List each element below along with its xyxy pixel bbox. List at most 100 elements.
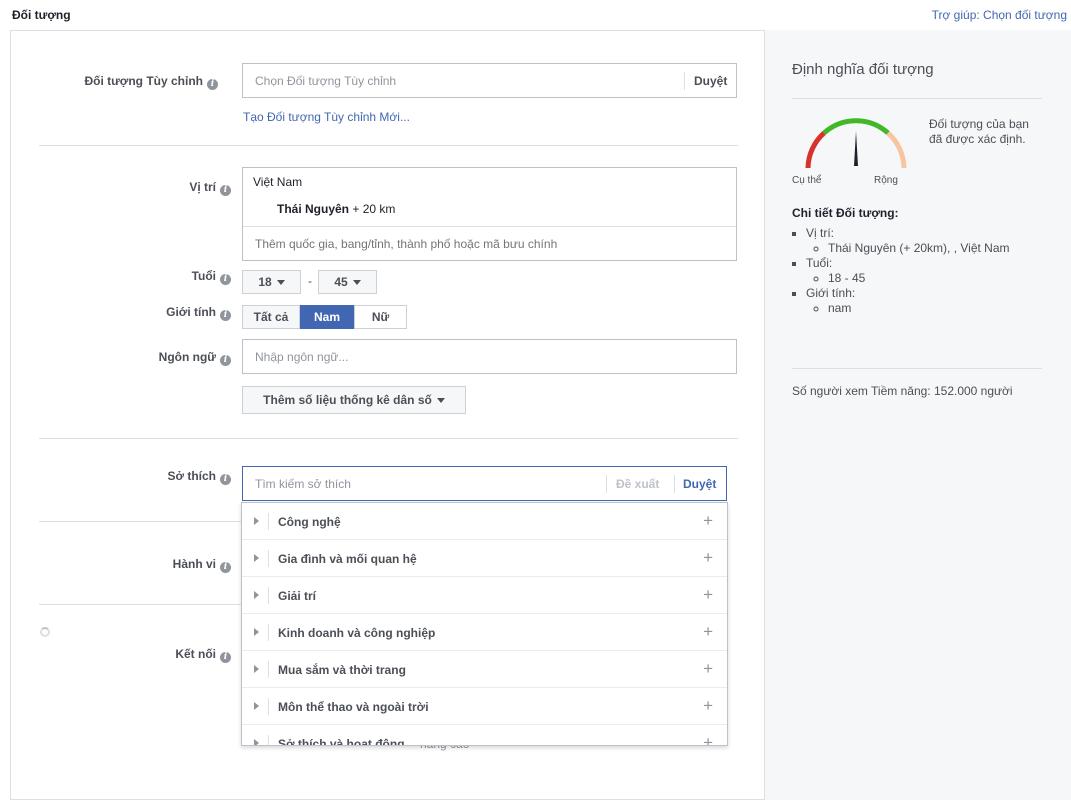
- detail-age-label: Tuổi:: [806, 256, 833, 270]
- category-item[interactable]: Giải trí +: [242, 577, 727, 614]
- divider: [792, 98, 1042, 99]
- info-icon[interactable]: i: [220, 652, 231, 663]
- audience-details-title: Chi tiết Đối tượng:: [792, 206, 899, 220]
- age-max-value: 45: [334, 275, 348, 289]
- top-bar: Đối tượng Trợ giúp: Chọn đối tượng: [0, 0, 1071, 30]
- section-divider: [39, 438, 738, 439]
- info-icon[interactable]: i: [220, 355, 231, 366]
- category-label: Gia đình và mối quan hệ: [278, 552, 417, 566]
- plus-icon[interactable]: +: [703, 548, 713, 568]
- age-min-value: 18: [258, 275, 272, 289]
- custom-audience-input[interactable]: Chọn Đối tượng Tùy chỉnh Duyệt: [242, 63, 737, 98]
- location-city-row: Thái Nguyên + 20 km: [277, 202, 395, 216]
- expand-arrow-icon[interactable]: [254, 517, 259, 525]
- gauge-description: Đối tượng của bạn đã được xác định.: [929, 117, 1029, 146]
- age-max-select[interactable]: 45: [318, 270, 377, 294]
- chevron-down-icon: [276, 280, 285, 285]
- location-city: Thái Nguyên: [277, 202, 350, 216]
- info-icon[interactable]: i: [220, 274, 231, 285]
- expand-arrow-icon[interactable]: [254, 739, 259, 745]
- audience-gauge-icon: [805, 118, 907, 169]
- gauge-left-label: Cụ thể: [792, 175, 822, 186]
- age-min-select[interactable]: 18: [242, 270, 301, 294]
- location-label: Vị trí i: [31, 180, 231, 196]
- info-icon[interactable]: i: [220, 474, 231, 485]
- interests-placeholder: Tìm kiếm sở thích: [255, 477, 351, 491]
- plus-icon[interactable]: +: [703, 585, 713, 605]
- language-label-text: Ngôn ngữ: [158, 350, 216, 364]
- interests-suggest-button[interactable]: Đề xuất: [616, 477, 659, 491]
- category-label: Mua sắm và thời trang: [278, 663, 406, 677]
- info-icon[interactable]: i: [220, 310, 231, 321]
- detail-location: Vị trí: Thái Nguyên (+ 20km), , Việt Nam: [806, 226, 1037, 256]
- plus-icon[interactable]: +: [703, 511, 713, 531]
- gender-all-button[interactable]: Tất cả: [242, 305, 300, 329]
- interests-browse-button[interactable]: Duyệt: [683, 477, 716, 491]
- interests-label-text: Sở thích: [167, 469, 216, 483]
- info-icon[interactable]: i: [220, 562, 231, 573]
- expand-arrow-icon[interactable]: [254, 702, 259, 710]
- help-link[interactable]: Trợ giúp: Chọn đối tượng: [932, 8, 1067, 22]
- category-item[interactable]: Công nghệ +: [242, 503, 727, 540]
- location-radius[interactable]: + 20 km: [352, 202, 395, 216]
- divider: [792, 368, 1042, 369]
- location-country: Việt Nam: [253, 175, 303, 189]
- plus-icon[interactable]: +: [703, 733, 713, 745]
- language-input[interactable]: Nhập ngôn ngữ...: [242, 339, 737, 374]
- gender-label-text: Giới tính: [166, 305, 216, 319]
- divider: [268, 624, 269, 641]
- divider: [268, 587, 269, 604]
- plus-icon[interactable]: +: [703, 696, 713, 716]
- page-title: Đối tượng: [12, 8, 71, 22]
- connections-label: Kết nối i: [31, 647, 231, 663]
- expand-arrow-icon[interactable]: [254, 628, 259, 636]
- location-label-text: Vị trí: [189, 180, 216, 194]
- interests-label: Sở thích i: [31, 469, 231, 485]
- detail-gender-value: nam: [828, 301, 1037, 316]
- divider: [268, 661, 269, 678]
- custom-audience-browse-button[interactable]: Duyệt: [694, 74, 727, 88]
- age-dash: -: [308, 274, 312, 288]
- language-label: Ngôn ngữ i: [31, 350, 231, 366]
- plus-icon[interactable]: +: [703, 622, 713, 642]
- gauge-needle: [854, 131, 858, 166]
- connections-label-text: Kết nối: [175, 647, 216, 661]
- location-search-input[interactable]: [243, 227, 736, 260]
- detail-location-label: Vị trí:: [806, 226, 835, 240]
- category-item[interactable]: Gia đình và mối quan hệ +: [242, 540, 727, 577]
- gauge-orange-segment: [886, 131, 907, 169]
- expand-arrow-icon[interactable]: [254, 665, 259, 673]
- info-icon[interactable]: i: [207, 79, 218, 90]
- interests-search-input[interactable]: Tìm kiếm sở thích Đề xuất Duyệt: [242, 466, 727, 501]
- category-item[interactable]: Kinh doanh và công nghiệp +: [242, 614, 727, 651]
- detail-age-value: 18 - 45: [828, 271, 1037, 286]
- custom-audience-label-text: Đối tượng Tùy chỉnh: [84, 74, 203, 88]
- expand-arrow-icon[interactable]: [254, 554, 259, 562]
- gender-male-button[interactable]: Nam: [300, 305, 354, 329]
- section-divider: [39, 145, 738, 146]
- add-demographics-button[interactable]: Thêm số liệu thống kê dân số: [242, 386, 466, 414]
- divider: [268, 698, 269, 715]
- section-divider: [39, 604, 241, 605]
- divider: [674, 475, 675, 493]
- category-item[interactable]: Sở thích và hoạt động +: [242, 725, 727, 745]
- add-demographics-label: Thêm số liệu thống kê dân số: [263, 393, 432, 407]
- loading-spinner-icon: [40, 627, 50, 637]
- divider: [684, 72, 685, 90]
- category-item[interactable]: Môn thể thao và ngoài trời +: [242, 688, 727, 725]
- divider: [268, 735, 269, 745]
- gauge-right-label: Rộng: [874, 175, 898, 186]
- info-icon[interactable]: i: [220, 185, 231, 196]
- gender-female-button[interactable]: Nữ: [354, 305, 407, 329]
- age-label-text: Tuổi: [191, 269, 216, 283]
- category-label: Môn thể thao và ngoài trời: [278, 700, 429, 714]
- custom-audience-label: Đối tượng Tùy chỉnh i: [18, 74, 218, 90]
- custom-audience-placeholder: Chọn Đối tượng Tùy chỉnh: [255, 74, 397, 88]
- category-label: Kinh doanh và công nghiệp: [278, 626, 436, 640]
- expand-arrow-icon[interactable]: [254, 591, 259, 599]
- plus-icon[interactable]: +: [703, 659, 713, 679]
- create-custom-audience-link[interactable]: Tạo Đối tượng Tùy chỉnh Mới...: [243, 110, 410, 124]
- behaviors-label-text: Hành vi: [172, 557, 216, 571]
- section-divider: [39, 521, 241, 522]
- category-item[interactable]: Mua sắm và thời trang +: [242, 651, 727, 688]
